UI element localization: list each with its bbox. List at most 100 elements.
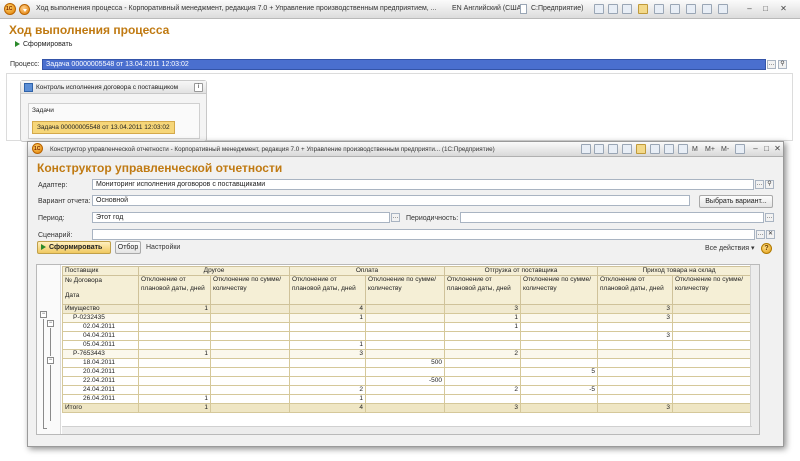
- table-cell[interactable]: 1: [444, 322, 521, 332]
- column-header[interactable]: Отклонение по сумме/количеству: [365, 275, 445, 305]
- table-cell[interactable]: [365, 331, 445, 341]
- table-cell[interactable]: [210, 394, 290, 404]
- table-cell[interactable]: [210, 349, 290, 359]
- save-icon[interactable]: [594, 144, 604, 154]
- table-cell[interactable]: [365, 340, 445, 350]
- total-cell[interactable]: [210, 403, 290, 413]
- close-icon[interactable]: ✕: [772, 144, 783, 154]
- table-cell[interactable]: [597, 358, 673, 368]
- table-row[interactable]: 24.04.2011 2 2 -5: [62, 385, 759, 395]
- table-cell[interactable]: [289, 358, 366, 368]
- app-logo-icon[interactable]: [4, 3, 16, 15]
- table-cell[interactable]: [138, 322, 211, 332]
- group-header[interactable]: Оплата: [289, 266, 445, 276]
- app-logo-icon[interactable]: [32, 143, 43, 154]
- table-row[interactable]: Имущество 1 4 3 3: [62, 304, 759, 314]
- total-cell[interactable]: 4: [289, 403, 366, 413]
- total-label[interactable]: Итого: [62, 403, 139, 413]
- group-header[interactable]: Приход товара на склад: [597, 266, 759, 276]
- memory-button[interactable]: M: [692, 145, 698, 154]
- table-cell[interactable]: [597, 349, 673, 359]
- table-row[interactable]: Р-7653443 1 3 2: [62, 349, 759, 359]
- row-label[interactable]: 04.04.2011: [62, 331, 139, 341]
- adapter-select-button[interactable]: …: [755, 180, 764, 189]
- table-cell[interactable]: [210, 331, 290, 341]
- filter-button[interactable]: Отбор: [115, 241, 141, 254]
- table-cell[interactable]: [138, 313, 211, 323]
- close-icon[interactable]: ✕: [778, 4, 789, 14]
- table-cell[interactable]: [138, 367, 211, 377]
- calendar-icon[interactable]: [664, 144, 674, 154]
- table-cell[interactable]: [672, 367, 759, 377]
- table-cell[interactable]: [444, 367, 521, 377]
- table-cell[interactable]: [289, 331, 366, 341]
- table-cell[interactable]: 2: [444, 385, 521, 395]
- row-header-supplier[interactable]: Поставщик: [62, 266, 139, 276]
- row-label[interactable]: 24.04.2011: [62, 385, 139, 395]
- run-button[interactable]: Сформировать: [15, 41, 72, 48]
- column-header[interactable]: Отклонение от плановой даты, дней: [138, 275, 211, 305]
- row-label[interactable]: 26.04.2011: [62, 394, 139, 404]
- row-label[interactable]: 05.04.2011: [62, 340, 139, 350]
- table-cell[interactable]: 1: [444, 313, 521, 323]
- save-icon[interactable]: [594, 4, 604, 14]
- row-label[interactable]: Р-0232435: [62, 313, 139, 323]
- table-row[interactable]: 04.04.2011 3: [62, 331, 759, 341]
- favorites-icon[interactable]: [636, 144, 646, 154]
- table-cell[interactable]: [210, 358, 290, 368]
- table-cell[interactable]: 1: [289, 313, 366, 323]
- maximize-icon[interactable]: □: [760, 4, 771, 14]
- collapse-group-icon[interactable]: −: [47, 357, 54, 364]
- table-cell[interactable]: [210, 304, 290, 314]
- row-label[interactable]: 18.04.2011: [62, 358, 139, 368]
- process-field[interactable]: Задача 00000005548 от 13.04.2011 12:03:0…: [42, 59, 766, 70]
- adapter-field[interactable]: Мониторинг исполнения договоров с постав…: [92, 179, 754, 190]
- column-header[interactable]: Отклонение по сумме/количеству: [210, 275, 290, 305]
- table-cell[interactable]: [210, 340, 290, 350]
- main-menu-dropdown-icon[interactable]: [19, 4, 30, 15]
- table-cell[interactable]: [672, 376, 759, 386]
- table-row[interactable]: 20.04.2011 5: [62, 367, 759, 377]
- scenario-clear-icon[interactable]: ✕: [766, 230, 775, 239]
- table-cell[interactable]: [597, 376, 673, 386]
- minimize-icon[interactable]: –: [744, 4, 755, 14]
- table-row[interactable]: Р-0232435 1 1 3: [62, 313, 759, 323]
- dropdown-icon[interactable]: [520, 4, 527, 14]
- column-header[interactable]: Отклонение по сумме/количеству: [520, 275, 598, 305]
- vertical-scrollbar[interactable]: [750, 265, 759, 434]
- help-icon[interactable]: ?: [761, 243, 772, 254]
- info-icon[interactable]: [718, 4, 728, 14]
- table-cell[interactable]: [365, 322, 445, 332]
- column-header[interactable]: Отклонение от плановой даты, дней: [444, 275, 521, 305]
- table-cell[interactable]: [672, 304, 759, 314]
- tool-icon[interactable]: [702, 4, 712, 14]
- table-row[interactable]: 22.04.2011 -500: [62, 376, 759, 386]
- memory-icon[interactable]: [686, 4, 696, 14]
- total-cell[interactable]: [520, 403, 598, 413]
- table-cell[interactable]: [597, 340, 673, 350]
- table-cell[interactable]: [289, 376, 366, 386]
- calendar-icon[interactable]: [654, 4, 664, 14]
- group-header[interactable]: Другое: [138, 266, 290, 276]
- table-cell[interactable]: [138, 385, 211, 395]
- info-icon[interactable]: i: [194, 83, 203, 92]
- row-label[interactable]: 20.04.2011: [62, 367, 139, 377]
- choose-variant-button[interactable]: Выбрать вариант...: [699, 195, 773, 208]
- table-row[interactable]: 18.04.2011 500: [62, 358, 759, 368]
- table-cell[interactable]: [672, 313, 759, 323]
- table-cell[interactable]: [672, 340, 759, 350]
- table-cell[interactable]: [520, 331, 598, 341]
- table-cell[interactable]: [138, 331, 211, 341]
- print-icon[interactable]: [608, 4, 618, 14]
- process-select-button[interactable]: …: [767, 60, 776, 69]
- column-header[interactable]: Отклонение по сумме/количеству: [672, 275, 759, 305]
- table-cell[interactable]: [210, 367, 290, 377]
- report-spreadsheet[interactable]: − − − Поставщик Другое Оплата Отгрузка от п…: [36, 264, 760, 435]
- table-cell[interactable]: [138, 358, 211, 368]
- table-row[interactable]: 05.04.2011 1: [62, 340, 759, 350]
- table-cell[interactable]: [365, 385, 445, 395]
- table-cell[interactable]: -5: [520, 385, 598, 395]
- table-cell[interactable]: [444, 358, 521, 368]
- table-cell[interactable]: [444, 331, 521, 341]
- table-cell[interactable]: [444, 394, 521, 404]
